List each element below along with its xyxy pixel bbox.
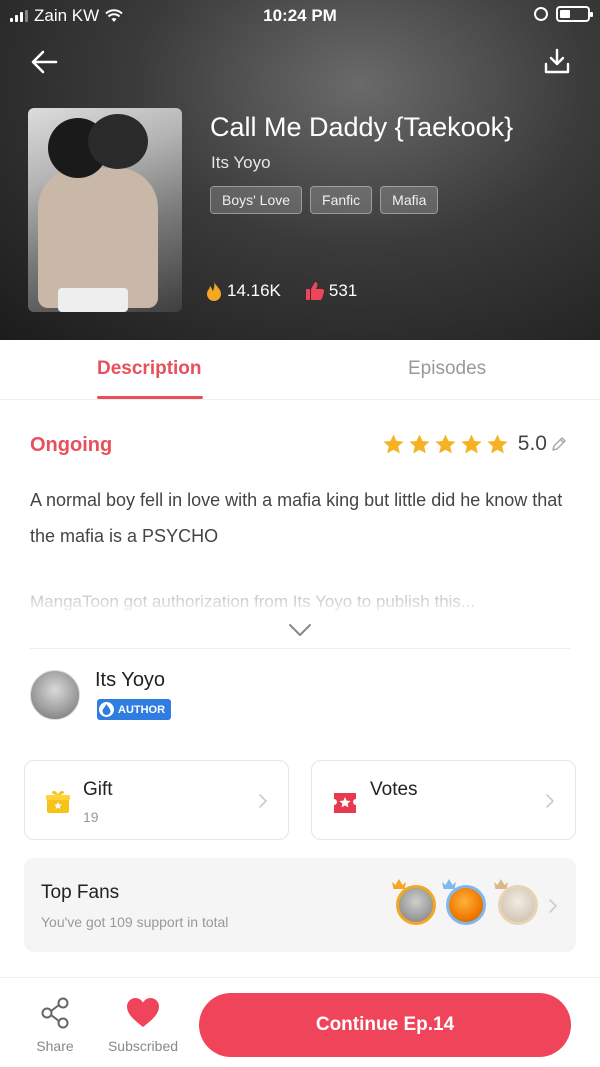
comic-header: Zain KW 10:24 PM Call Me Daddy {Taekook}… (0, 0, 600, 340)
share-icon (41, 997, 69, 1029)
download-icon[interactable] (542, 46, 572, 76)
author-name[interactable]: Its Yoyo (95, 669, 165, 692)
views-stat: 14.16K (205, 280, 281, 302)
tab-bar: Description Episodes (0, 340, 600, 400)
star-icon (383, 433, 404, 453)
edit-pencil-icon[interactable] (550, 435, 568, 453)
chevron-right-icon (546, 794, 555, 808)
thumbs-up-icon (305, 282, 325, 300)
authorization-note: MangaToon got authorization from Its Yoy… (30, 592, 476, 611)
gift-icon (46, 791, 70, 813)
clock: 10:24 PM (263, 6, 337, 25)
likes-count: 531 (328, 281, 358, 300)
share-label: Share (36, 1038, 74, 1054)
crown-icon (442, 879, 456, 889)
tab-episodes[interactable]: Episodes (408, 358, 486, 380)
avatar[interactable] (30, 670, 80, 720)
status-label: Ongoing (30, 434, 113, 456)
tag[interactable]: Mafia (380, 186, 439, 214)
comic-stats: 14.16K 531 (205, 280, 357, 302)
tag[interactable]: Fanfic (310, 186, 373, 214)
author-badge-icon (99, 702, 114, 717)
crown-icon (494, 879, 508, 889)
top-fans-panel[interactable]: Top Fans You've got 109 support in total (24, 858, 576, 952)
votes-card[interactable]: Votes (311, 760, 576, 840)
description-text: A normal boy fell in love with a mafia k… (30, 490, 563, 546)
votes-title: Votes (370, 779, 418, 800)
author-badge-label: AUTHOR (118, 703, 166, 716)
chevron-right-icon (549, 899, 558, 913)
fan-avatar (498, 885, 538, 925)
star-icon (435, 433, 456, 453)
active-tab-indicator (97, 396, 203, 399)
star-icon (461, 433, 482, 453)
status-bar: Zain KW 10:24 PM (0, 0, 600, 32)
heart-icon (127, 998, 159, 1027)
likes-stat: 531 (305, 281, 357, 301)
views-count: 14.16K (227, 281, 281, 300)
top-fans-title: Top Fans (41, 882, 120, 903)
tag-list: Boys' Love Fanfic Mafia (210, 186, 439, 214)
fan-avatar (396, 885, 436, 925)
ticket-icon (334, 793, 356, 813)
star-icon (409, 433, 430, 453)
continue-reading-button[interactable]: Continue Ep.14 (199, 993, 571, 1057)
rating: 5.0 (382, 432, 568, 456)
gift-count: 19 (83, 809, 99, 825)
fan-avatar (446, 885, 486, 925)
flame-icon (207, 281, 221, 301)
comic-cover[interactable] (28, 108, 182, 312)
chevron-down-icon[interactable] (288, 622, 312, 638)
crown-icon (392, 879, 406, 889)
gift-card[interactable]: Gift 19 (24, 760, 289, 840)
star-icon (487, 433, 508, 453)
comic-author[interactable]: Its Yoyo (211, 153, 271, 173)
orientation-lock-icon (534, 7, 548, 21)
author-badge: AUTHOR (97, 699, 172, 720)
subscribe-button[interactable]: Subscribed (103, 996, 183, 1054)
bottom-action-bar: Share Subscribed Continue Ep.14 (0, 977, 600, 1067)
chevron-right-icon (259, 794, 268, 808)
gift-title: Gift (83, 779, 113, 800)
divider (30, 648, 570, 649)
share-button[interactable]: Share (15, 996, 95, 1054)
subscribed-label: Subscribed (107, 1038, 179, 1054)
tab-description[interactable]: Description (97, 358, 202, 380)
battery-icon (556, 6, 593, 22)
tag[interactable]: Boys' Love (210, 186, 303, 214)
back-arrow-icon[interactable] (28, 46, 60, 78)
rating-score: 5.0 (517, 432, 547, 455)
top-fans-subtitle: You've got 109 support in total (41, 914, 229, 930)
comic-title: Call Me Daddy {Taekook} (210, 112, 514, 142)
